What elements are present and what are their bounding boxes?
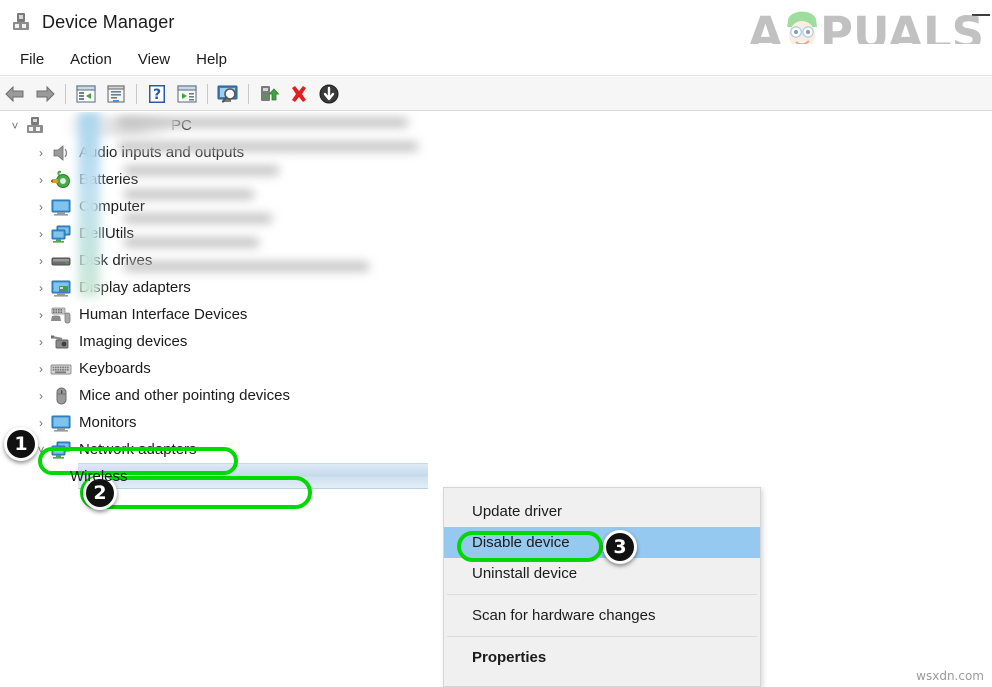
chevron-right-icon[interactable]: ›	[32, 254, 50, 268]
monitor-icon	[50, 413, 72, 433]
menu-separator	[447, 636, 757, 637]
menu-item-update-driver[interactable]: Update driver	[444, 496, 760, 527]
tree-item-mice-and-other-pointing-devices[interactable]: › Mice and other pointing devices	[0, 382, 992, 409]
monitors-stack-icon	[50, 224, 72, 244]
redacted-line	[124, 190, 254, 199]
menu-item-label: Disable device	[472, 534, 570, 551]
keyboard-icon	[50, 359, 72, 379]
step-badge-3: 3	[603, 530, 637, 564]
tree-item-network-adapters[interactable]: ˅ Network adapters	[0, 436, 992, 463]
redacted-line	[118, 118, 408, 127]
toolbar-separator	[248, 84, 249, 104]
menu-file[interactable]: File	[8, 48, 56, 71]
chevron-right-icon[interactable]: ›	[32, 389, 50, 403]
tree-item-label: Keyboards	[79, 360, 157, 377]
tree-item-label: Imaging devices	[79, 333, 193, 350]
menu-action[interactable]: Action	[58, 48, 124, 71]
step-badge-1: 1	[4, 427, 38, 461]
chevron-right-icon[interactable]: ›	[32, 281, 50, 295]
menu-item-label: Scan for hardware changes	[472, 607, 655, 624]
toolbar-separator	[207, 84, 208, 104]
redacted-line	[124, 262, 369, 271]
chevron-right-icon[interactable]: ›	[32, 335, 50, 349]
network-adapter-icon	[50, 440, 72, 460]
chevron-right-icon[interactable]: ›	[32, 308, 50, 322]
device-manager-window: Device Manager A PUALS File Action	[0, 0, 992, 687]
disable-device-button[interactable]	[314, 80, 344, 108]
menu-view[interactable]: View	[126, 48, 182, 71]
device-manager-icon	[10, 11, 32, 33]
tree-item-monitors[interactable]: › Monitors	[0, 409, 992, 436]
tree-item-label: Mice and other pointing devices	[79, 387, 296, 404]
chevron-right-icon[interactable]: ›	[32, 173, 50, 187]
tree-item-human-interface-devices[interactable]: › Human Interface Devices	[0, 301, 992, 328]
help-button[interactable]: ?	[142, 80, 172, 108]
toolbar-separator	[136, 84, 137, 104]
chevron-down-icon[interactable]: ˅	[6, 119, 24, 133]
menu-item-label: Properties	[472, 649, 546, 666]
back-button[interactable]	[0, 80, 30, 108]
uninstall-device-button[interactable]	[284, 80, 314, 108]
battery-icon	[50, 170, 72, 190]
menu-item-label: Update driver	[472, 503, 562, 520]
menu-item-scan-for-hardware-changes[interactable]: Scan for hardware changes	[444, 600, 760, 631]
document-window-button[interactable]	[101, 80, 131, 108]
speaker-icon	[50, 143, 72, 163]
menu-item-properties[interactable]: Properties	[444, 642, 760, 673]
chevron-right-icon[interactable]: ›	[32, 416, 50, 430]
tree-item-label: Monitors	[79, 414, 143, 431]
redacted-line	[124, 214, 272, 223]
window-title: Device Manager	[42, 12, 174, 33]
toolbar-separator	[65, 84, 66, 104]
chevron-right-icon[interactable]: ›	[32, 362, 50, 376]
menu-separator	[447, 594, 757, 595]
hid-icon	[50, 305, 72, 325]
menu-item-uninstall-device[interactable]: Uninstall device	[444, 558, 760, 589]
scan-button[interactable]	[172, 80, 202, 108]
menu-help[interactable]: Help	[184, 48, 239, 71]
properties-button[interactable]	[71, 80, 101, 108]
tree-item-label: Wireless	[70, 468, 134, 485]
svg-text:?: ?	[153, 87, 161, 103]
tree-item-label: Network adapters	[79, 441, 203, 458]
menu-item-label: Uninstall device	[472, 565, 577, 582]
redacted-device-list	[78, 112, 428, 297]
chevron-right-icon[interactable]: ›	[32, 146, 50, 160]
tree-item-label: Human Interface Devices	[79, 306, 253, 323]
camera-icon	[50, 332, 72, 352]
redacted-line	[124, 238, 259, 247]
tree-item-imaging-devices[interactable]: › Imaging devices	[0, 328, 992, 355]
forward-button[interactable]	[30, 80, 60, 108]
tree-item-keyboards[interactable]: › Keyboards	[0, 355, 992, 382]
disk-drive-icon	[50, 251, 72, 271]
minimize-button[interactable]	[972, 14, 990, 16]
step-badge-label: 1	[14, 433, 27, 455]
site-watermark: wsxdn.com	[916, 669, 984, 683]
title-bar: Device Manager	[0, 0, 992, 44]
computer-root-icon	[24, 116, 46, 136]
monitor-icon	[50, 197, 72, 217]
update-driver-button[interactable]	[254, 80, 284, 108]
step-badge-label: 2	[93, 482, 106, 504]
chevron-right-icon[interactable]: ›	[32, 227, 50, 241]
display-adapter-icon	[50, 278, 72, 298]
redacted-line	[118, 142, 418, 151]
context-menu[interactable]: Update driver Disable device Uninstall d…	[443, 487, 761, 687]
monitor-search-button[interactable]	[213, 80, 243, 108]
menu-bar: File Action View Help	[0, 44, 992, 76]
redacted-stripe	[78, 112, 100, 297]
step-badge-label: 3	[613, 536, 626, 558]
mouse-icon	[50, 386, 72, 406]
redacted-line	[124, 166, 279, 175]
toolbar: ?	[0, 77, 992, 111]
chevron-right-icon[interactable]: ›	[32, 200, 50, 214]
tree-item-wireless[interactable]: Wireless	[0, 463, 992, 490]
menu-item-disable-device[interactable]: Disable device	[444, 527, 760, 558]
